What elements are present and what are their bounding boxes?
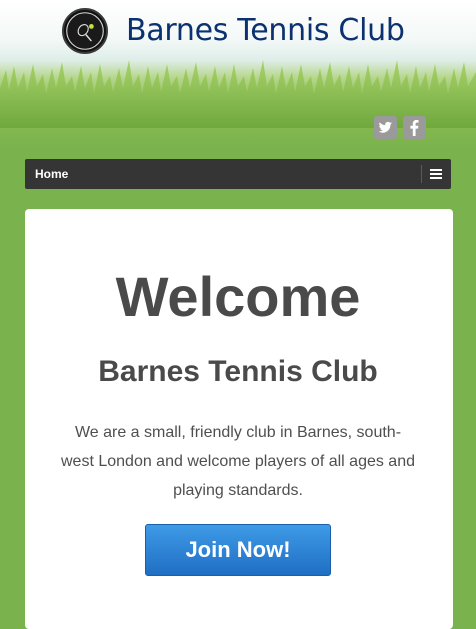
intro-text: We are a small, friendly club in Barnes,…: [61, 424, 415, 499]
twitter-link[interactable]: [374, 116, 397, 139]
club-logo[interactable]: [62, 8, 108, 54]
join-now-button[interactable]: Join Now!: [145, 524, 331, 576]
site-title[interactable]: Barnes Tennis Club: [126, 11, 405, 51]
club-subheading: Barnes Tennis Club: [98, 355, 378, 388]
hamburger-menu-icon[interactable]: [426, 164, 446, 184]
facebook-icon: [403, 116, 426, 139]
site-header: Barnes Tennis Club: [0, 0, 476, 150]
twitter-icon: [374, 116, 397, 139]
welcome-heading: Welcome: [115, 265, 361, 328]
nav-divider: [421, 165, 422, 183]
tennis-racket-logo-icon: [66, 12, 104, 50]
nav-item-home[interactable]: Home: [35, 159, 68, 189]
facebook-link[interactable]: [403, 116, 426, 139]
main-nav: Home: [25, 159, 451, 189]
